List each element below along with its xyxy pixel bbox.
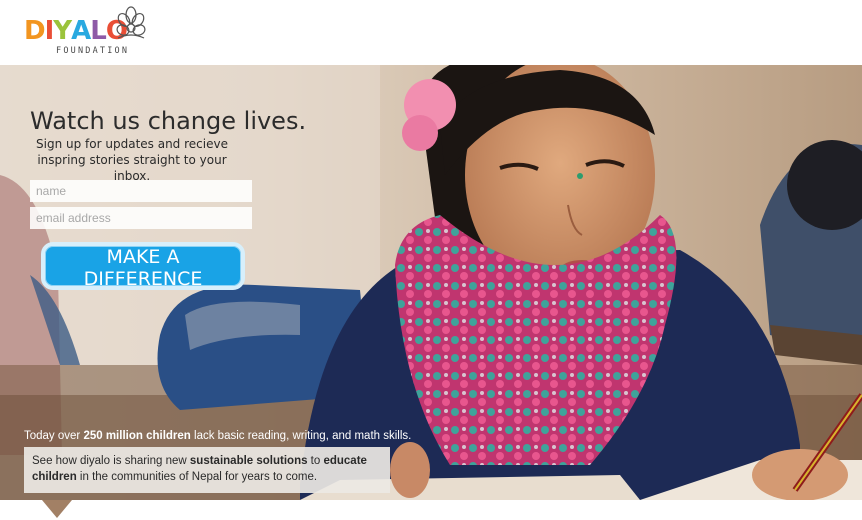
diyalo-logo[interactable]: DIYALO FOUNDATION <box>24 4 148 60</box>
mission-callout: See how diyalo is sharing new sustainabl… <box>24 447 390 493</box>
callout-part3: in the communities of Nepal for years to… <box>76 471 318 483</box>
logo-wordmark: DIYALO <box>24 16 128 46</box>
logo-letter: A <box>71 16 91 46</box>
logo-letter: L <box>90 16 107 46</box>
stat-suffix: lack basic reading, writing, and math sk… <box>190 430 412 442</box>
stat-prefix: Today over <box>24 430 84 442</box>
hero-headline: Watch us change lives. <box>30 107 307 135</box>
name-input[interactable] <box>30 180 252 202</box>
make-a-difference-button[interactable]: MAKE A DIFFERENCE <box>41 242 245 290</box>
callout-part1: See how diyalo is sharing new <box>32 455 190 467</box>
logo-letter: I <box>44 16 55 46</box>
hero-subline: Sign up for updates and recieve inspring… <box>36 137 228 183</box>
logo-letter: D <box>24 16 46 46</box>
callout-part2: to <box>307 455 324 467</box>
logo-letter: Y <box>53 16 72 46</box>
hero-banner: Watch us change lives. Sign up for updat… <box>0 65 862 500</box>
logo-subtitle: FOUNDATION <box>56 46 130 56</box>
page-footer-strip <box>0 500 862 520</box>
logo-word: DIYALO <box>24 16 128 46</box>
stat-highlight: 250 million children <box>83 430 191 442</box>
section-pointer-icon <box>42 500 72 518</box>
callout-bold1: sustainable solutions <box>189 455 308 467</box>
lotus-icon <box>116 6 146 39</box>
site-header: DIYALO FOUNDATION <box>0 0 862 65</box>
email-input[interactable] <box>30 207 252 229</box>
stat-line: Today over 250 million children lack bas… <box>24 430 411 442</box>
